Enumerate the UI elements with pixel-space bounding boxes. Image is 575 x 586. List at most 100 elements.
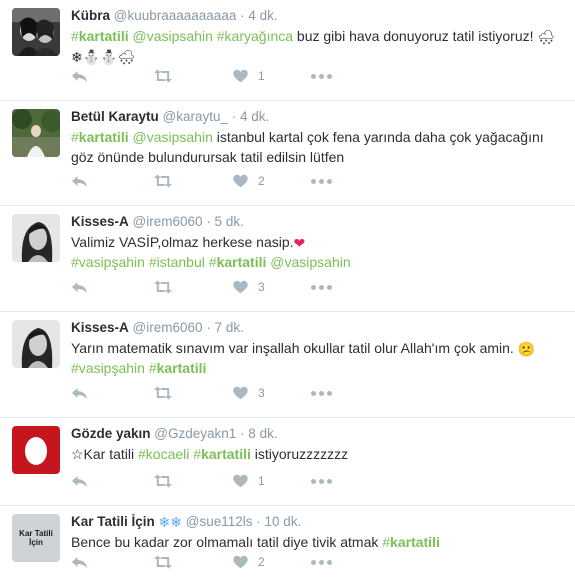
link-prefix: #karyağınca xyxy=(216,28,294,44)
tweet-text-run: Valimiz VASİP,olmaz herkese nasip. xyxy=(71,234,294,250)
avatar[interactable] xyxy=(12,214,60,262)
retweet-button[interactable] xyxy=(153,69,233,83)
avatar[interactable] xyxy=(12,109,60,157)
username[interactable]: @karaytu_ xyxy=(163,109,228,124)
more-options-button[interactable] xyxy=(311,478,332,484)
reply-button[interactable] xyxy=(71,175,153,188)
retweet-button[interactable] xyxy=(153,474,233,488)
reply-icon xyxy=(72,556,87,568)
like-button[interactable]: 1 xyxy=(233,69,311,83)
mention-link[interactable]: @vasipsahin xyxy=(133,129,213,145)
hashtag-link[interactable]: #kocaeli xyxy=(138,446,189,462)
fullname[interactable]: Gözde yakın xyxy=(71,426,151,441)
timestamp[interactable]: · 7 dk. xyxy=(206,320,244,335)
tweet-text: Valimiz VASİP,olmaz herkese nasip.❤ #vasi… xyxy=(71,232,567,272)
like-count: 1 xyxy=(258,474,265,488)
hashtag-link[interactable]: #kartatili xyxy=(193,446,251,462)
fullname[interactable]: Kisses-A xyxy=(71,320,129,335)
hashtag-link[interactable]: #vasipşahin xyxy=(71,254,145,270)
timestamp[interactable]: · 10 dk. xyxy=(256,514,301,529)
retweet-button[interactable] xyxy=(153,386,233,400)
more-options-button[interactable] xyxy=(311,284,332,290)
tweet-text-run: buz gibi hava donuyoruz tatil istiyoruz! xyxy=(293,28,538,44)
link-prefix: #istanbul xyxy=(148,254,205,270)
retweet-button[interactable] xyxy=(153,174,233,188)
tweet[interactable]: Kar Tatili İçin Kar Tatili İçin ❄❄ @sue1… xyxy=(0,506,575,586)
like-count: 2 xyxy=(258,174,265,188)
heart-icon xyxy=(233,280,248,294)
avatar-text: Kar Tatili İçin xyxy=(12,514,60,562)
hashtag-link[interactable]: #kartatili xyxy=(209,254,267,270)
link-prefix: @vasipsahin xyxy=(270,254,351,270)
hashtag-link[interactable]: #kartatili xyxy=(149,360,207,376)
tweet[interactable]: Kisses-A @irem6060 · 5 dk. Valimiz VASİP… xyxy=(0,206,575,312)
fullname[interactable]: Betül Karaytu xyxy=(71,109,159,124)
like-button[interactable]: 3 xyxy=(233,280,311,294)
tweet-actions: 3 xyxy=(71,277,332,297)
timestamp[interactable]: · 4 dk. xyxy=(232,109,270,124)
reply-button[interactable] xyxy=(71,387,153,400)
emoji-icon: 🌨 xyxy=(117,49,136,65)
link-prefix: # xyxy=(382,534,391,550)
more-options-button[interactable] xyxy=(311,178,332,184)
like-button[interactable]: 2 xyxy=(233,174,311,188)
retweet-icon xyxy=(154,474,172,488)
more-options-button[interactable] xyxy=(311,73,332,79)
username[interactable]: @kuubraaaaaaaaaa xyxy=(114,8,237,23)
tweet[interactable]: Gözde yakın @Gzdeyakn1 · 8 dk. ☆Kar tati… xyxy=(0,418,575,506)
avatar[interactable] xyxy=(12,426,60,474)
tweet[interactable]: Kisses-A @irem6060 · 7 dk. Yarın matemat… xyxy=(0,312,575,418)
tweet[interactable]: Kübra @kuubraaaaaaaaaa · 4 dk. #kartatil… xyxy=(0,0,575,101)
avatar[interactable] xyxy=(12,8,60,56)
emoji-icon: ⛄ xyxy=(100,49,118,65)
timestamp[interactable]: · 5 dk. xyxy=(206,214,244,229)
fullname[interactable]: Kübra xyxy=(71,8,110,23)
hashtag-link[interactable]: #kartatili xyxy=(71,129,129,145)
username[interactable]: @irem6060 xyxy=(133,320,203,335)
timestamp[interactable]: · 4 dk. xyxy=(240,8,278,23)
tweet-text-run: ☆Kar tatili xyxy=(71,446,139,462)
link-prefix: #vasipşahin xyxy=(71,254,145,270)
like-count: 3 xyxy=(258,280,265,294)
more-options-button[interactable] xyxy=(311,559,332,565)
tweet-text-run: Bence bu kadar zor olmamalı tatil diye t… xyxy=(71,534,383,550)
fullname[interactable]: Kar Tatili İçin xyxy=(71,514,155,529)
reply-button[interactable] xyxy=(71,70,153,83)
fullname[interactable]: Kisses-A xyxy=(71,214,129,229)
username[interactable]: @Gzdeyakn1 xyxy=(154,426,236,441)
retweet-icon xyxy=(154,174,172,188)
more-options-button[interactable] xyxy=(311,390,332,396)
retweet-button[interactable] xyxy=(153,280,233,294)
tweet-text-run: istiyoruzzzzzzz xyxy=(250,446,349,462)
tweet-header: Kisses-A @irem6060 · 5 dk. xyxy=(71,212,567,232)
emoji-icon: ❄ xyxy=(71,49,83,65)
hashtag-link[interactable]: #kartatili xyxy=(382,534,440,550)
reply-button[interactable] xyxy=(71,475,153,488)
link-prefix: # xyxy=(71,129,79,145)
hashtag-link[interactable]: #kartatili xyxy=(71,28,129,44)
like-button[interactable]: 1 xyxy=(233,474,311,488)
mention-link[interactable]: @vasipsahin xyxy=(133,28,213,44)
avatar[interactable]: Kar Tatili İçin xyxy=(12,514,60,562)
reply-icon xyxy=(72,475,87,487)
retweet-button[interactable] xyxy=(153,555,233,569)
reply-button[interactable] xyxy=(71,281,153,294)
username[interactable]: @irem6060 xyxy=(133,214,203,229)
timestamp[interactable]: · 8 dk. xyxy=(240,426,278,441)
retweet-icon xyxy=(154,555,172,569)
tweet-text-run: Yarın matematik sınavım var inşallah oku… xyxy=(71,340,518,356)
mention-link[interactable]: @vasipsahin xyxy=(270,254,350,270)
avatar[interactable] xyxy=(12,320,60,368)
hashtag-link[interactable]: #karyağınca xyxy=(217,28,293,44)
tweet[interactable]: Betül Karaytu @karaytu_ · 4 dk. #kartati… xyxy=(0,101,575,206)
tweet-header: Betül Karaytu @karaytu_ · 4 dk. xyxy=(71,107,567,127)
reply-button[interactable] xyxy=(71,556,153,569)
reply-icon xyxy=(72,281,87,293)
hashtag-link[interactable]: #istanbul xyxy=(149,254,205,270)
tweet-text: Bence bu kadar zor olmamalı tatil diye t… xyxy=(71,532,567,552)
link-prefix: # xyxy=(71,28,79,44)
like-button[interactable]: 2 xyxy=(233,555,311,569)
username[interactable]: @sue112ls xyxy=(186,514,253,529)
like-button[interactable]: 3 xyxy=(233,386,311,400)
hashtag-link[interactable]: #vasipşahin xyxy=(71,360,145,376)
